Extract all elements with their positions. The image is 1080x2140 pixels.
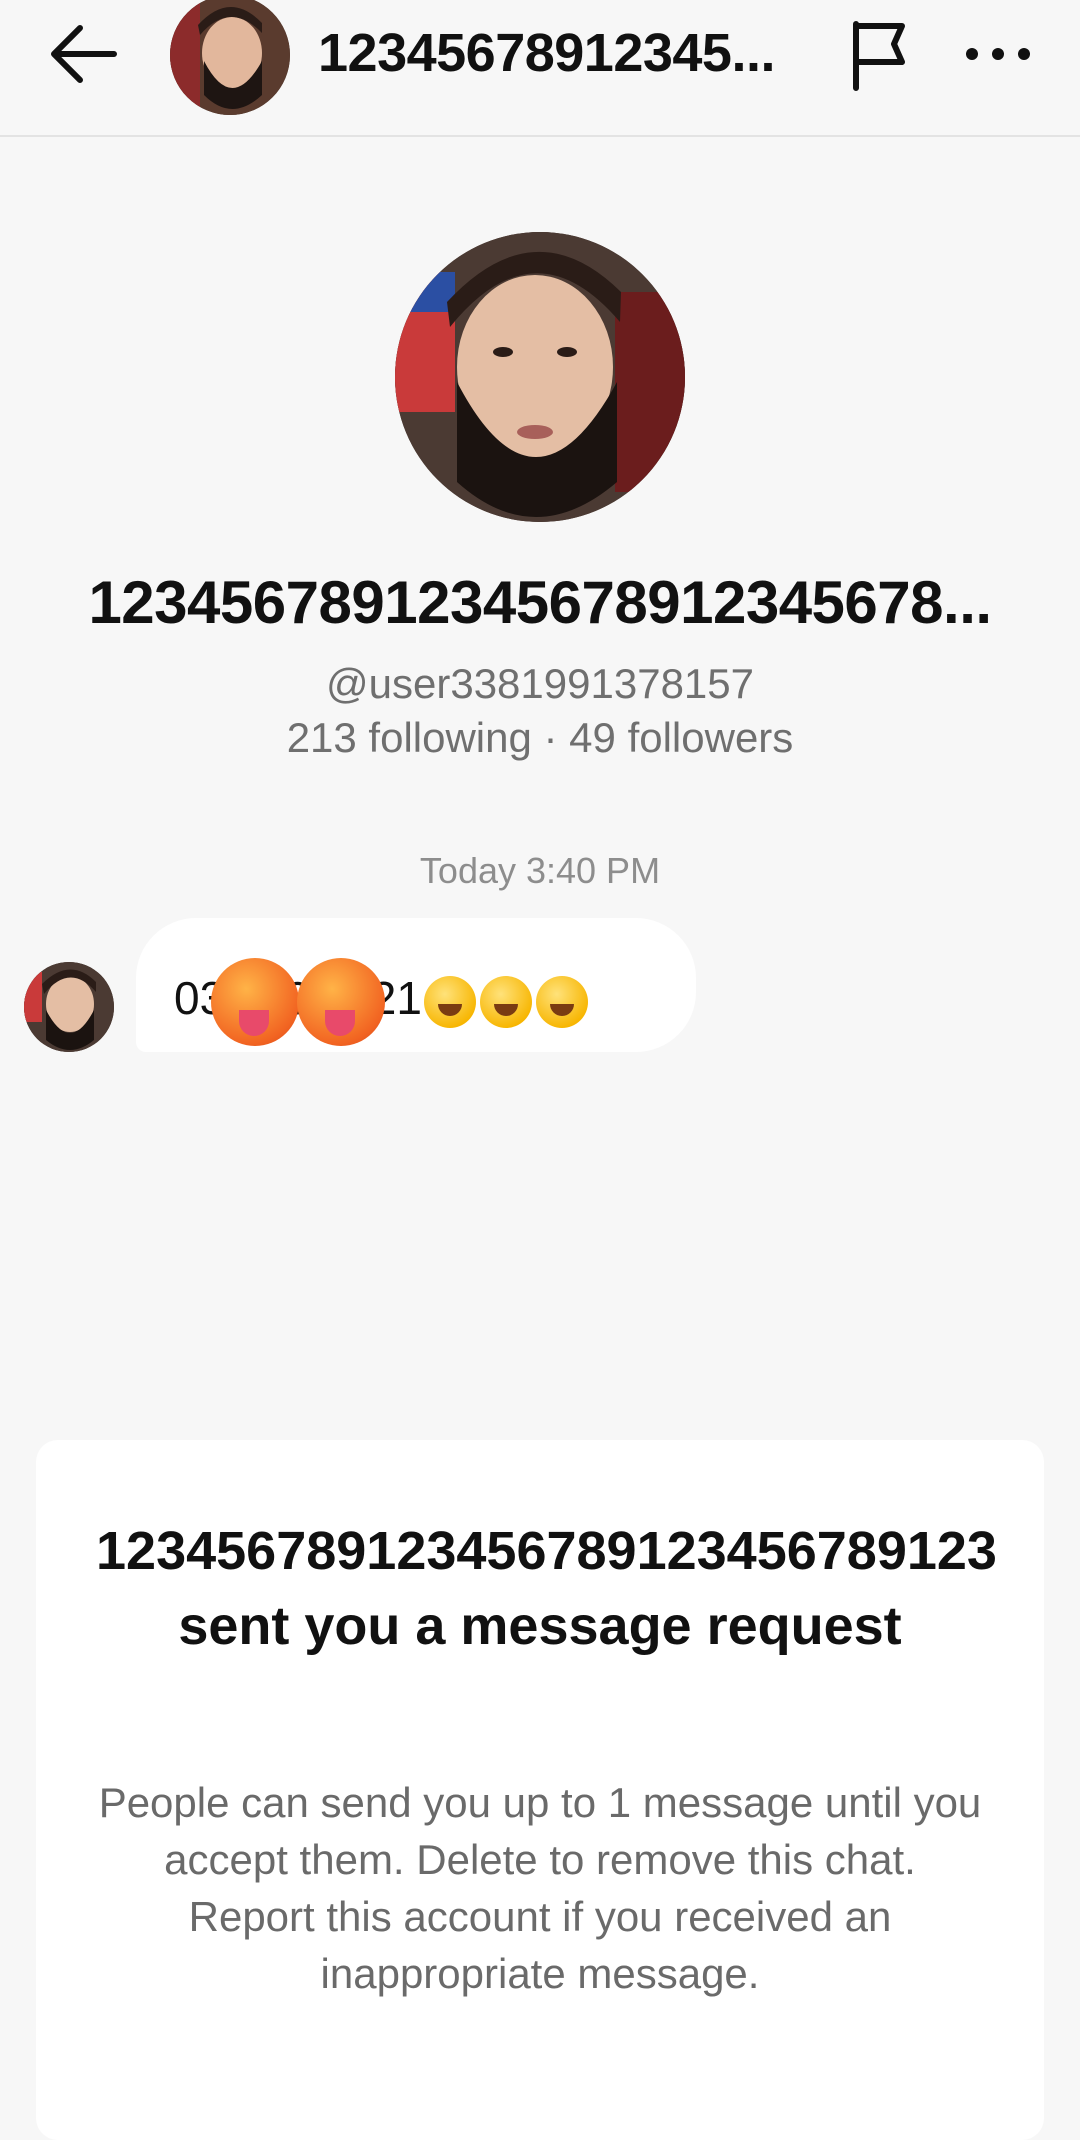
header-avatar[interactable] bbox=[170, 0, 290, 115]
hot-face-emoji-icon bbox=[296, 958, 385, 1046]
profile-stats: 213 following · 49 followers bbox=[286, 714, 794, 761]
hot-face-emoji-icon bbox=[211, 958, 300, 1046]
profile-photo bbox=[395, 232, 685, 522]
chat-header: 12345678912345... bbox=[0, 0, 1080, 137]
back-button[interactable] bbox=[44, 18, 124, 90]
request-title: 123456789123456789123456789123 sent you … bbox=[96, 1521, 997, 1656]
message-text: 03921 bbox=[174, 958, 590, 1046]
message-timestamp: Today 3:40 PM bbox=[419, 850, 661, 891]
profile-avatar[interactable] bbox=[395, 232, 685, 522]
header-title[interactable]: 12345678912345... bbox=[318, 22, 798, 84]
more-options-button[interactable] bbox=[958, 20, 1038, 90]
profile-photo bbox=[24, 962, 114, 1052]
message-request-card: 123456789123456789123456789123 sent you … bbox=[36, 1440, 1044, 2140]
report-button[interactable] bbox=[840, 14, 920, 94]
profile-handle: @user3381991378157 bbox=[326, 660, 754, 707]
flag-icon bbox=[853, 21, 905, 91]
rolling-laughing-emoji-icon bbox=[479, 976, 532, 1028]
more-horizontal-icon bbox=[966, 48, 1030, 60]
profile-display-name[interactable]: 12345678912345678912345678... bbox=[40, 568, 1040, 637]
zany-face-emoji-icon bbox=[423, 976, 476, 1028]
arrow-left-icon bbox=[51, 25, 117, 83]
request-description: People can send you up to 1 message unti… bbox=[98, 1779, 982, 1997]
message-sender-avatar[interactable] bbox=[24, 962, 114, 1052]
joy-emoji-icon bbox=[535, 976, 588, 1028]
message-bubble[interactable]: 03921 bbox=[136, 918, 696, 1052]
profile-photo bbox=[170, 0, 290, 115]
